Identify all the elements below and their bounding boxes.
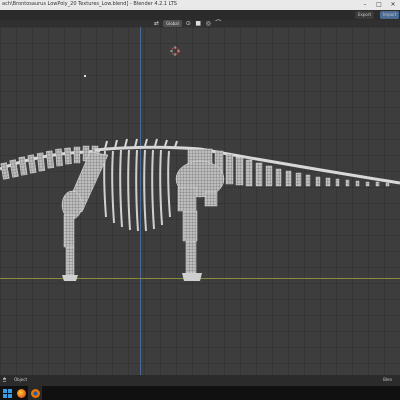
snap-icon[interactable]: ■ [195, 20, 202, 27]
maximize-button[interactable]: □ [372, 0, 386, 10]
export-button[interactable]: Export [355, 11, 375, 19]
orientation-dropdown[interactable]: Global [163, 20, 182, 27]
status-bar: 🖱 Object Blen [0, 375, 400, 386]
minimize-button[interactable]: – [358, 0, 372, 10]
window-controls: – □ ✕ [358, 0, 400, 10]
window-title: ach\Brontosaurus LowPoly_20 Textures_Low… [2, 1, 177, 7]
blender-icon[interactable] [28, 386, 42, 400]
hind-leg [175, 148, 225, 281]
taskbar [0, 386, 400, 400]
3d-viewport[interactable] [0, 27, 400, 375]
brontosaurus-skeleton-mesh[interactable] [0, 27, 400, 375]
transform-orientation-icon[interactable]: ⇄ [153, 20, 160, 27]
active-object-label: Object [14, 377, 28, 382]
pivot-icon[interactable]: ⊙ [185, 20, 192, 27]
front-leg [61, 151, 109, 281]
proportional-edit-icon[interactable]: ◎ [205, 20, 212, 27]
title-bar: ach\Brontosaurus LowPoly_20 Textures_Low… [0, 0, 400, 10]
version-label: Blen [383, 377, 392, 382]
firefox-icon[interactable] [14, 386, 28, 400]
falloff-icon[interactable]: ⌒ [215, 20, 222, 27]
close-button[interactable]: ✕ [386, 0, 400, 10]
import-button[interactable]: Import [380, 11, 400, 19]
mouse-icon: 🖱 [3, 377, 7, 383]
rib-cage [103, 149, 171, 232]
windows-icon[interactable] [0, 386, 14, 400]
